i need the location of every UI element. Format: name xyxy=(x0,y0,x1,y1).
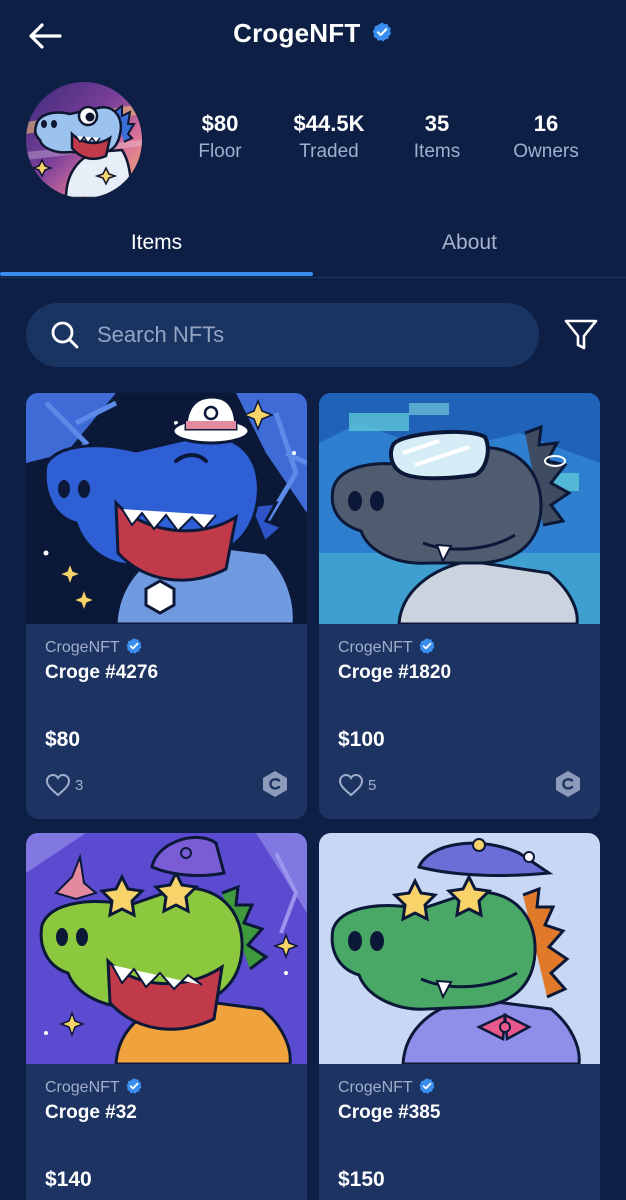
stat-label: Traded xyxy=(299,141,359,162)
tab-bar: Items About xyxy=(0,212,626,278)
collection-avatar xyxy=(26,82,142,198)
nft-name: Croge #32 xyxy=(45,1102,137,1123)
nft-image xyxy=(319,393,600,624)
verified-icon xyxy=(372,21,391,41)
cronos-chain-icon xyxy=(263,771,287,797)
card-collection: CrogeNFT xyxy=(338,637,436,657)
active-tab-indicator xyxy=(0,272,313,276)
nft-price: $100 xyxy=(338,728,385,751)
stat-owners: 16 Owners xyxy=(486,110,606,166)
nft-name: Croge #1820 xyxy=(338,662,452,683)
nft-price: $80 xyxy=(45,728,81,751)
like-button[interactable]: 5 xyxy=(338,773,376,801)
stat-value: 35 xyxy=(424,111,450,136)
heart-icon xyxy=(338,773,364,797)
stat-label: Owners xyxy=(513,141,579,162)
collection-name: CrogeNFT xyxy=(45,639,120,656)
like-count: 5 xyxy=(368,776,377,794)
nft-price: $150 xyxy=(338,1168,385,1191)
collection-name: CrogeNFT xyxy=(338,1079,413,1096)
stat-value: $44.5K xyxy=(293,111,365,136)
filter-icon[interactable] xyxy=(562,316,600,354)
search-icon xyxy=(51,321,79,349)
stat-value: $80 xyxy=(201,111,239,136)
collection-name: CrogeNFT xyxy=(338,639,413,656)
heart-icon xyxy=(45,773,71,797)
stat-floor: $80 Floor xyxy=(160,110,280,166)
verified-icon xyxy=(126,638,142,654)
nft-image xyxy=(319,833,600,1064)
card-collection: CrogeNFT xyxy=(45,1077,143,1097)
tab-items[interactable]: Items xyxy=(0,212,313,276)
like-count: 3 xyxy=(75,776,84,794)
collection-name: CrogeNFT xyxy=(45,1079,120,1096)
verified-icon xyxy=(126,1078,142,1094)
tab-about[interactable]: About xyxy=(313,212,626,276)
nft-card[interactable]: CrogeNFT Croge #1820 $100 5 xyxy=(319,393,600,819)
stat-value: 16 xyxy=(533,111,559,136)
search-input[interactable]: Search NFTs xyxy=(26,303,539,367)
nft-name: Croge #4276 xyxy=(45,662,159,683)
nft-card[interactable]: CrogeNFT Croge #4276 $80 3 xyxy=(26,393,307,819)
top-bar: CrogeNFT xyxy=(0,0,626,72)
card-collection: CrogeNFT xyxy=(45,637,143,657)
stat-label: Items xyxy=(413,141,461,162)
stat-label: Floor xyxy=(198,141,242,162)
card-collection: CrogeNFT xyxy=(338,1077,436,1097)
nft-name: Croge #385 xyxy=(338,1102,441,1123)
verified-icon xyxy=(419,638,435,654)
like-button[interactable]: 3 xyxy=(45,773,83,801)
stat-items: 35 Items xyxy=(377,110,497,166)
nft-price: $140 xyxy=(45,1168,92,1191)
collection-title: CrogeNFT xyxy=(233,18,361,48)
nft-card[interactable]: CrogeNFT Croge #32 $140 xyxy=(26,833,307,1200)
collection-title-wrap: CrogeNFT xyxy=(0,18,626,54)
nft-card[interactable]: CrogeNFT Croge #385 $150 xyxy=(319,833,600,1200)
stat-traded: $44.5K Traded xyxy=(269,110,389,166)
search-placeholder: Search NFTs xyxy=(97,322,225,347)
nft-image xyxy=(26,393,307,624)
cronos-chain-icon xyxy=(556,771,580,797)
nft-image xyxy=(26,833,307,1064)
verified-icon xyxy=(419,1078,435,1094)
